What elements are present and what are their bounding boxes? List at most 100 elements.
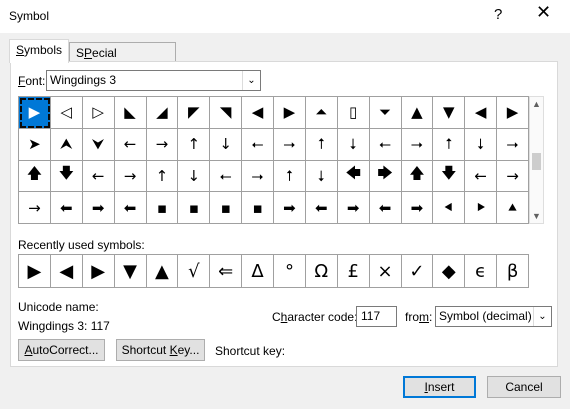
symbol-cell[interactable]: ⬅: [50, 192, 83, 224]
symbol-cell[interactable]: ➡: [82, 192, 115, 224]
symbol-cell[interactable]: ⬅: [369, 192, 402, 224]
symbol-cell[interactable]: 🡇: [50, 160, 83, 193]
symbol-cell[interactable]: ▲: [401, 97, 434, 129]
symbol-cell[interactable]: ⭡: [305, 128, 338, 161]
scroll-down-icon[interactable]: ▼: [530, 211, 543, 221]
symbol-cell[interactable]: ⮟: [82, 128, 115, 161]
symbol-cell[interactable]: ▶: [274, 97, 306, 129]
symbol-cell[interactable]: ⯇: [433, 192, 466, 224]
recent-symbol-cell[interactable]: Ω: [305, 255, 338, 288]
symbol-cell[interactable]: 🡆: [369, 160, 402, 193]
symbol-cell[interactable]: ↓: [178, 160, 211, 193]
symbol-cell[interactable]: ◥: [210, 97, 243, 129]
recent-symbol-cell[interactable]: ×: [369, 255, 402, 288]
help-icon[interactable]: ?: [494, 6, 502, 23]
symbol-cell[interactable]: ↑: [146, 160, 179, 193]
autocorrect-button[interactable]: AutoCorrect...: [18, 339, 105, 361]
recent-symbol-cell[interactable]: ▲: [146, 255, 179, 288]
symbol-cell[interactable]: ▶: [497, 97, 529, 129]
symbol-cell[interactable]: ⭠: [369, 128, 402, 161]
symbol-cell[interactable]: ▪: [210, 192, 243, 224]
symbol-cell[interactable]: ⭡: [274, 160, 306, 193]
symbol-cell[interactable]: ⭢: [497, 128, 529, 161]
recent-symbols-grid[interactable]: ▶ ◀ ▶ ▼ ▲ √ ⇐ Δ ° Ω £ × ✓ ◆ ϵ β: [18, 254, 529, 288]
symbol-cell[interactable]: ⯈: [465, 192, 498, 224]
symbol-cell[interactable]: 🡇: [433, 160, 466, 193]
symbol-cell[interactable]: ▪: [178, 192, 211, 224]
symbol-cell[interactable]: ⭢: [274, 128, 306, 161]
symbol-cell[interactable]: →: [19, 192, 51, 224]
symbol-cell[interactable]: ➡: [401, 192, 434, 224]
symbol-cell[interactable]: ⭣: [465, 128, 498, 161]
symbol-cell[interactable]: ➡: [337, 192, 370, 224]
scroll-up-icon[interactable]: ▲: [530, 99, 543, 109]
close-icon[interactable]: ✕: [536, 2, 551, 23]
symbol-grid-scrollbar[interactable]: ▲ ▼: [529, 96, 544, 224]
recent-symbol-cell[interactable]: ⇐: [210, 255, 243, 288]
recent-symbol-cell[interactable]: ◀: [50, 255, 83, 288]
symbol-cell[interactable]: ➤: [19, 128, 51, 161]
insert-button[interactable]: Insert: [403, 376, 476, 398]
chevron-down-icon[interactable]: ⌄: [533, 307, 551, 326]
symbol-cell[interactable]: ▪: [146, 192, 179, 224]
character-code-input[interactable]: 117: [356, 306, 397, 327]
symbol-cell[interactable]: ⭢: [401, 128, 434, 161]
symbol-cell[interactable]: ↑: [178, 128, 211, 161]
symbol-cell[interactable]: ⏷: [369, 97, 402, 129]
symbol-cell[interactable]: ⯅: [497, 192, 529, 224]
symbol-cell[interactable]: ←: [465, 160, 498, 193]
from-label: from:: [405, 310, 433, 324]
symbol-cell[interactable]: 🡄: [337, 160, 370, 193]
symbol-cell[interactable]: ◢: [146, 97, 179, 129]
symbol-cell[interactable]: →: [497, 160, 529, 193]
recent-symbol-cell[interactable]: ▶: [19, 255, 51, 288]
symbol-cell[interactable]: ◣: [114, 97, 147, 129]
shortcut-key-button[interactable]: Shortcut Key...: [116, 339, 205, 361]
symbol-cell[interactable]: ⭡: [433, 128, 466, 161]
recent-symbol-cell[interactable]: ϵ: [465, 255, 498, 288]
symbol-cell[interactable]: ←: [82, 160, 115, 193]
symbol-cell[interactable]: ⭠: [242, 128, 274, 161]
symbol-cell[interactable]: ⭢: [242, 160, 274, 193]
symbol-cell[interactable]: ◀: [465, 97, 498, 129]
chevron-down-icon[interactable]: ⌄: [242, 71, 260, 90]
symbol-cell[interactable]: ◤: [178, 97, 211, 129]
tab-special-characters[interactable]: SPecial Characters: [69, 42, 176, 80]
recent-symbol-cell[interactable]: °: [274, 255, 306, 288]
scroll-thumb[interactable]: [532, 153, 541, 170]
symbol-cell[interactable]: ⭠: [210, 160, 243, 193]
symbol-cell[interactable]: ▪: [242, 192, 274, 224]
symbol-cell[interactable]: ⏶: [305, 97, 338, 129]
symbol-cell[interactable]: ▷: [82, 97, 115, 129]
symbol-cell[interactable]: ⭣: [337, 128, 370, 161]
recent-symbol-cell[interactable]: ◆: [433, 255, 466, 288]
symbol-grid[interactable]: ▶ ◁ ▷ ◣ ◢ ◤ ◥ ◀ ▶ ⏶ ▯ ⏷ ▲ ▼ ◀ ▶ ➤ ⮝ ⮟ ← → ↑ ↓ ⭠ ⭢ ⭡ ⭣ ⭠ ⭢ ⭡ ⭣ ⭢ 🡅 🡇 ← → ↑ ↓ ⭠ ⭢…: [18, 96, 529, 224]
symbol-cell[interactable]: ↓: [210, 128, 243, 161]
symbol-cell[interactable]: ➡: [274, 192, 306, 224]
symbol-cell[interactable]: ⬅: [114, 192, 147, 224]
symbol-cell[interactable]: ◁: [50, 97, 83, 129]
symbol-cell[interactable]: →: [146, 128, 179, 161]
font-select[interactable]: Wingdings 3 ⌄: [46, 70, 261, 91]
symbol-cell[interactable]: ▶: [19, 97, 51, 129]
symbol-cell[interactable]: ◀: [242, 97, 274, 129]
symbol-cell[interactable]: ⭣: [305, 160, 338, 193]
symbol-cell[interactable]: ⮝: [50, 128, 83, 161]
recent-symbol-cell[interactable]: √: [178, 255, 211, 288]
symbol-cell[interactable]: ⬅: [305, 192, 338, 224]
recent-symbol-cell[interactable]: β: [497, 255, 529, 288]
symbol-cell[interactable]: 🡅: [401, 160, 434, 193]
symbol-cell[interactable]: →: [114, 160, 147, 193]
recent-symbol-cell[interactable]: ▼: [114, 255, 147, 288]
from-select[interactable]: Symbol (decimal) ⌄: [435, 306, 552, 327]
symbol-cell[interactable]: ←: [114, 128, 147, 161]
recent-symbol-cell[interactable]: £: [337, 255, 370, 288]
cancel-button[interactable]: Cancel: [487, 376, 561, 398]
recent-symbol-cell[interactable]: ✓: [401, 255, 434, 288]
recent-symbol-cell[interactable]: ▶: [82, 255, 115, 288]
symbol-cell[interactable]: ▯: [337, 97, 370, 129]
symbol-cell[interactable]: ▼: [433, 97, 466, 129]
tab-symbols[interactable]: Symbols: [9, 39, 69, 63]
recent-symbol-cell[interactable]: Δ: [242, 255, 274, 288]
symbol-cell[interactable]: 🡅: [19, 160, 51, 193]
